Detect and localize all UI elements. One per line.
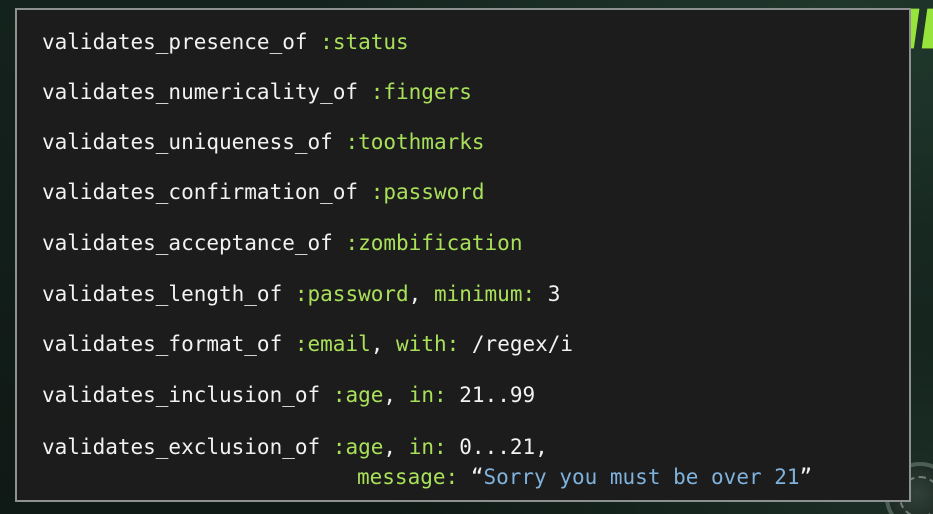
method-name: validates_exclusion_of <box>42 435 321 459</box>
symbol-arg: :fingers <box>370 80 472 104</box>
method-name: validates_numericality_of <box>42 80 359 104</box>
option-key: with: <box>396 332 460 356</box>
slide: VALIDAT validates_presence_of :status va… <box>0 0 933 514</box>
open-quote: “ <box>470 465 484 489</box>
method-name: validates_length_of <box>42 282 283 306</box>
option-value: /regex/i <box>471 332 574 356</box>
symbol-arg: :toothmarks <box>345 130 485 154</box>
symbol-arg: :email <box>294 332 371 356</box>
code-line: validates_acceptance_of :zombification <box>42 229 522 257</box>
symbol-arg: :status <box>320 30 409 54</box>
code-line: validates_numericality_of :fingers <box>42 78 472 106</box>
symbol-arg: :zombification <box>345 231 523 255</box>
code-line: validates_format_of :email, with: /regex… <box>42 332 574 356</box>
code-line: validates_uniqueness_of :toothmarks <box>42 128 485 156</box>
option-key: minimum: <box>433 282 536 306</box>
code-line: validates_exclusion_of :age, in: 0...21, <box>42 435 548 459</box>
method-name: validates_presence_of <box>42 30 308 54</box>
code-line: validates_length_of :password, minimum: … <box>42 282 561 306</box>
code-line-continuation: message: “Sorry you must be over 21” <box>357 463 812 491</box>
method-name: validates_acceptance_of <box>42 231 333 255</box>
option-value: 21..99 <box>459 383 536 407</box>
code-line: validates_inclusion_of :age, in: 21..99 <box>42 383 536 407</box>
code-line: validates_confirmation_of :password <box>42 178 485 206</box>
option-value: 3 <box>547 282 561 306</box>
symbol-arg: :password <box>294 282 409 306</box>
option-key: in: <box>408 435 447 459</box>
trailing-comma: , <box>535 435 548 459</box>
symbol-arg: :password <box>370 180 485 204</box>
option-value: 0...21 <box>459 435 536 459</box>
symbol-arg: :age <box>332 435 384 459</box>
method-name: validates_format_of <box>42 332 283 356</box>
option-key: in: <box>408 383 447 407</box>
method-name: validates_uniqueness_of <box>42 130 333 154</box>
method-name: validates_confirmation_of <box>42 180 359 204</box>
option-key: message: <box>357 465 459 489</box>
message-string: Sorry you must be over 21 <box>483 465 800 489</box>
code-line: validates_presence_of :status <box>42 28 409 56</box>
code-panel: validates_presence_of :status validates_… <box>15 8 911 502</box>
symbol-arg: :age <box>332 383 384 407</box>
method-name: validates_inclusion_of <box>42 383 321 407</box>
close-quote: ” <box>799 465 813 489</box>
